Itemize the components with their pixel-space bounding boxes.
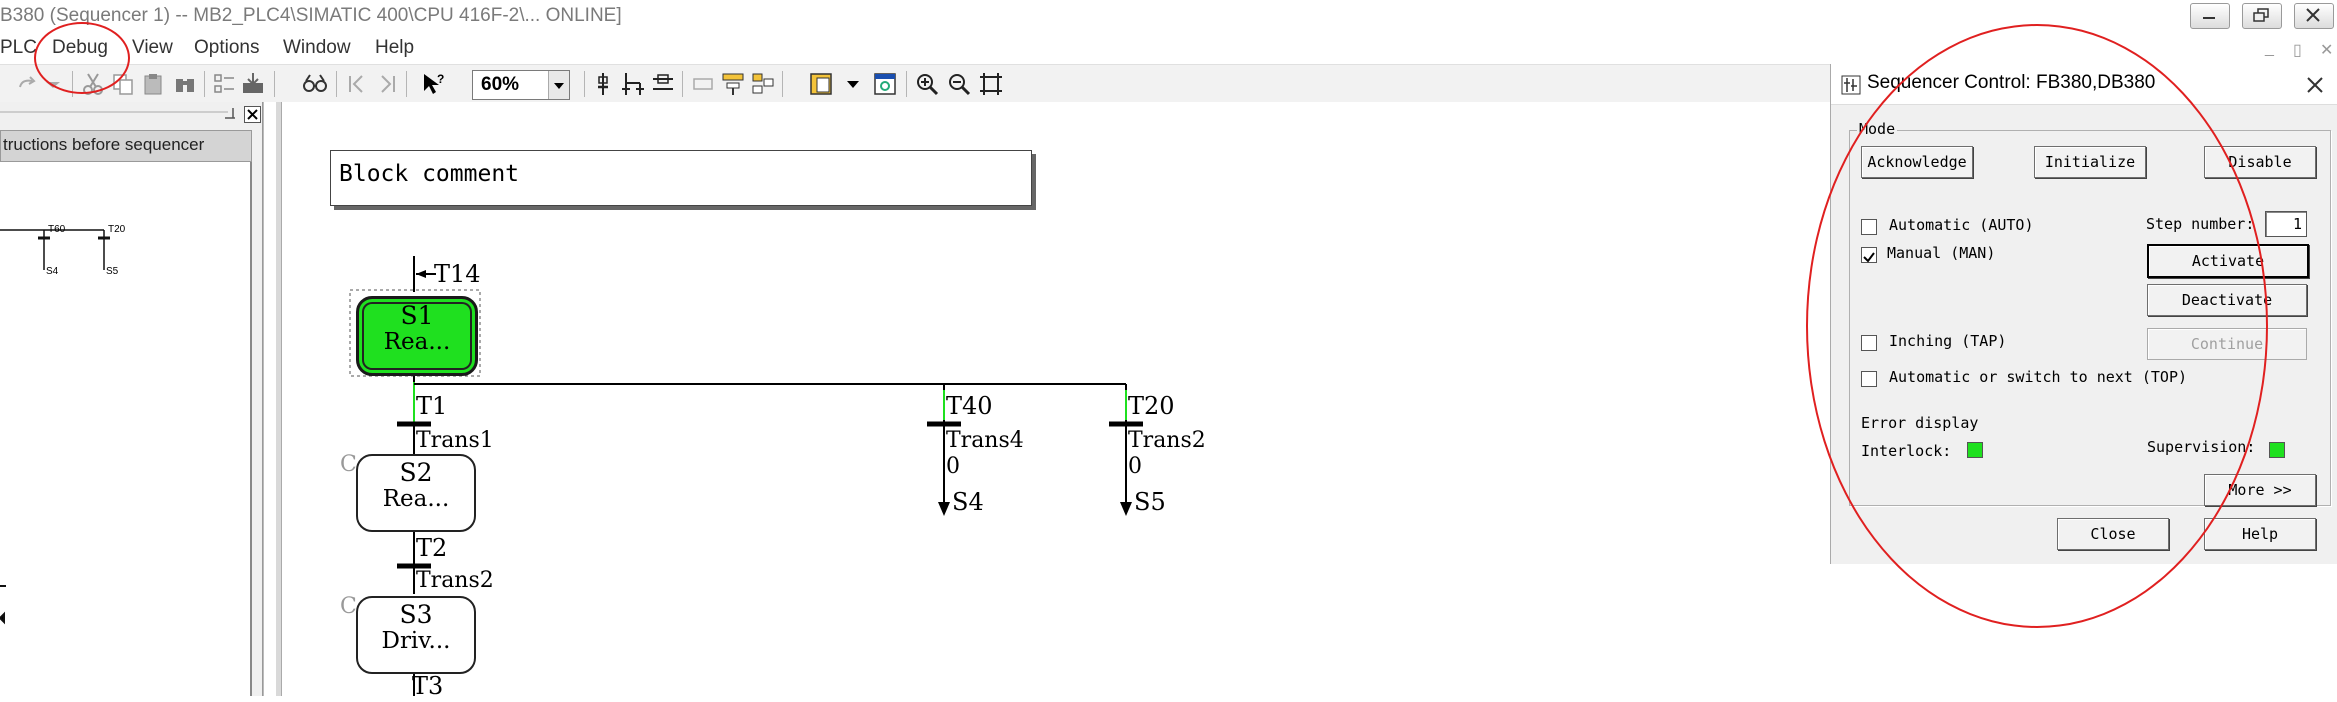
first-step-icon[interactable] <box>344 71 370 97</box>
mini-label: S5 <box>106 266 119 277</box>
paste-icon[interactable] <box>140 71 166 97</box>
layout-icon[interactable] <box>720 71 746 97</box>
zoom-select[interactable]: 60% <box>472 70 570 100</box>
step-name: S1 <box>400 301 434 330</box>
zoom-value: 60% <box>481 74 520 95</box>
mdi-close-icon[interactable]: ✕ <box>2320 40 2333 60</box>
transition-sub: Trans1 <box>416 428 494 453</box>
step-s1[interactable]: S1 Rea... <box>356 296 478 376</box>
monitor-glasses-icon[interactable] <box>302 71 328 97</box>
pane-close-icon[interactable] <box>244 106 262 124</box>
close-icon <box>2306 8 2320 22</box>
transition-label: T20 <box>1128 392 1175 420</box>
step-s3[interactable]: S3 Driv... <box>356 596 476 674</box>
transition-value: 0 <box>946 454 960 479</box>
menu-options[interactable]: Options <box>194 37 259 59</box>
toolbar-separator <box>204 71 205 97</box>
mdi-minimize-icon[interactable]: _ <box>2265 40 2274 58</box>
pane-tab[interactable]: tructions before sequencer <box>0 130 252 162</box>
transition-label: T1 <box>416 392 448 420</box>
insert-branch-icon[interactable] <box>620 71 646 97</box>
binoculars-icon[interactable] <box>172 71 198 97</box>
jump-target: S5 <box>1134 488 1166 516</box>
next-step-icon[interactable] <box>374 71 400 97</box>
close-icon[interactable] <box>2306 76 2324 94</box>
help-button[interactable]: Help <box>2204 518 2316 550</box>
menu-plc[interactable]: PLC <box>0 37 37 59</box>
jump-target: S4 <box>952 488 984 516</box>
sequencer-lines <box>349 256 1143 696</box>
pane-content: T60 T20 S4 S5 <box>0 162 252 696</box>
toolbar-separator <box>682 71 683 97</box>
download-icon[interactable] <box>240 71 266 97</box>
redo-icon[interactable] <box>14 71 40 97</box>
toolbar-separator <box>906 71 907 97</box>
comment-icon[interactable] <box>690 71 716 97</box>
toolbar-separator <box>336 71 337 97</box>
transition-sub: Trans2 <box>1128 428 1206 453</box>
mini-sequence-overview <box>0 229 110 625</box>
menu-window[interactable]: Window <box>283 37 351 59</box>
transition-label: T40 <box>946 392 993 420</box>
step-name: S3 <box>399 600 433 629</box>
minimize-button[interactable] <box>2190 3 2230 29</box>
annotation-circle-debug <box>34 22 130 94</box>
restore-icon <box>2253 8 2269 22</box>
step-s2[interactable]: S2 Rea... <box>356 454 476 532</box>
toolbar-separator <box>584 71 585 97</box>
window-layout-icon[interactable] <box>808 71 834 97</box>
supervision-led <box>2269 442 2285 458</box>
transition-sub: Trans2 <box>416 568 494 593</box>
sequencer-icon <box>1841 75 1861 95</box>
mini-label: T60 <box>48 224 66 235</box>
zoom-fit-icon[interactable] <box>978 71 1004 97</box>
menu-view[interactable]: View <box>132 37 173 59</box>
zoom-in-icon[interactable] <box>914 71 940 97</box>
svg-text:?: ? <box>437 72 444 86</box>
c-mark: C <box>340 452 357 477</box>
transition-label: T14 <box>434 260 481 288</box>
pane-tab-label: tructions before sequencer <box>3 135 205 154</box>
mdi-restore-icon[interactable]: ▯ <box>2293 40 2302 60</box>
help-pointer-icon[interactable]: ? <box>420 71 446 97</box>
step-desc: Driv... <box>381 628 451 654</box>
step-desc: Rea... <box>382 486 450 512</box>
transition-label: T2 <box>416 534 448 562</box>
overview-icon[interactable] <box>750 71 776 97</box>
insert-step-icon[interactable] <box>590 71 616 97</box>
step-number-value: 1 <box>2292 215 2302 233</box>
toolbar-separator <box>406 71 407 97</box>
dropdown-arrow-icon[interactable] <box>840 71 866 97</box>
insert-jump-icon[interactable] <box>650 71 676 97</box>
annotation-circle-dialog <box>1806 24 2268 628</box>
menu-help[interactable]: Help <box>375 37 414 59</box>
pane-pin-icon[interactable] <box>222 106 238 124</box>
close-window-button[interactable] <box>2294 3 2334 29</box>
minimize-icon <box>2203 17 2215 19</box>
transition-value: 0 <box>1128 454 1142 479</box>
step-desc: Rea... <box>383 329 451 355</box>
mini-label: T20 <box>108 224 126 235</box>
transition-sub: Trans4 <box>946 428 1024 453</box>
mini-label: S4 <box>46 266 59 277</box>
monitor-window-icon[interactable] <box>872 71 898 97</box>
toolbar-separator <box>782 71 783 97</box>
title-bar: B380 (Sequencer 1) -- MB2_PLC4\SIMATIC 4… <box>0 0 2337 35</box>
c-mark: C <box>340 594 357 619</box>
restore-button[interactable] <box>2242 3 2282 29</box>
chevron-down-icon[interactable] <box>548 71 569 99</box>
graph-editor[interactable]: Block comment T14 S1 Rea... T1 Trans1 T4… <box>263 102 1831 700</box>
step-number-field[interactable]: 1 <box>2265 211 2307 237</box>
step-name: S2 <box>399 458 433 487</box>
left-pane: tructions before sequencer T60 T20 S4 S5 <box>0 102 263 696</box>
network-icon[interactable] <box>212 71 238 97</box>
zoom-out-icon[interactable] <box>946 71 972 97</box>
toolbar-separator <box>274 71 275 97</box>
